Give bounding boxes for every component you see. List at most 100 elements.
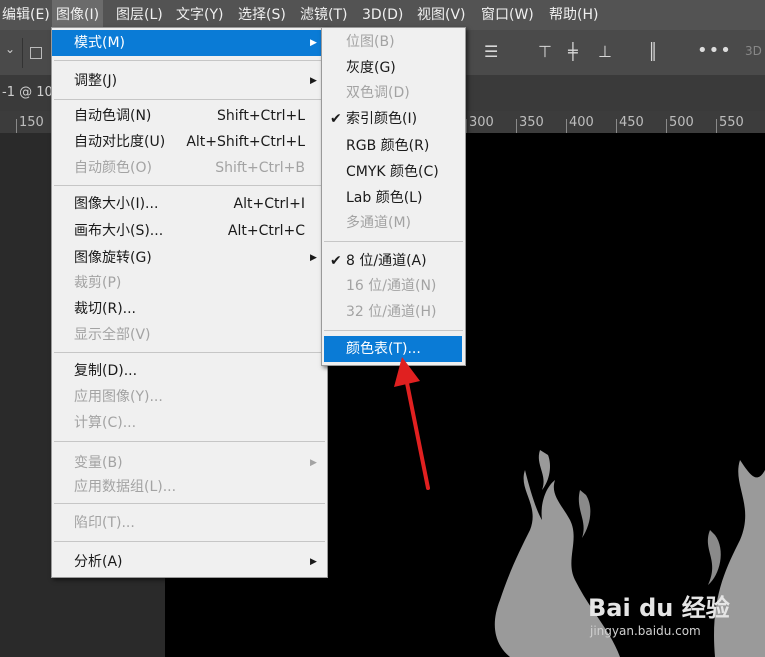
menu-item-label: 复制(D)... <box>74 363 138 379</box>
ruler-tick <box>566 119 567 133</box>
menu-3d[interactable]: 3D(D) <box>358 0 407 30</box>
chevron-down-icon[interactable]: ⌄ <box>5 42 15 56</box>
ruler-tick <box>466 119 467 133</box>
more-options-icon[interactable]: ••• <box>697 40 732 61</box>
ruler-label: 450 <box>619 115 644 130</box>
menu-item-label: 计算(C)... <box>74 415 137 431</box>
submenu-arrow-icon: ▶ <box>310 253 317 263</box>
document-tab[interactable]: -1 @ 10 <box>0 75 53 111</box>
menu-item-label: 显示全部(V) <box>74 327 151 343</box>
menu-item-canvas-size[interactable]: 画布大小(S)... Alt+Ctrl+C <box>52 218 327 244</box>
menu-item-label: 16 位/通道(N) <box>346 278 437 294</box>
menu-item-trim[interactable]: 裁切(R)... <box>52 296 327 322</box>
menu-item-label: 应用数据组(L)... <box>74 479 177 495</box>
menu-item-label: CMYK 颜色(C) <box>346 164 439 180</box>
ruler-tick <box>716 119 717 133</box>
menu-item-crop[interactable]: 裁剪(P) <box>52 270 327 296</box>
menu-item-auto-contrast[interactable]: 自动对比度(U) Alt+Shift+Ctrl+L <box>52 129 327 155</box>
checkbox[interactable] <box>30 47 42 59</box>
menu-layer[interactable]: 图层(L) <box>112 0 167 30</box>
menu-item-label: 画布大小(S)... <box>74 223 164 239</box>
ruler-label: 550 <box>719 115 744 130</box>
align-bottom-icon[interactable]: ⊥ <box>598 42 612 61</box>
menu-item-auto-color[interactable]: 自动颜色(O) Shift+Ctrl+B <box>52 155 327 181</box>
mode-item-rgb-color[interactable]: RGB 颜色(R) <box>322 133 465 159</box>
menu-item-label: 模式(M) <box>74 35 126 51</box>
menu-item-adjustments[interactable]: 调整(J) ▶ <box>52 68 327 94</box>
menu-item-shortcut: Alt+Ctrl+I <box>233 196 305 212</box>
ruler-tick <box>516 119 517 133</box>
ruler-tick <box>666 119 667 133</box>
mode-item-duotone[interactable]: 双色调(D) <box>322 80 465 106</box>
menu-separator <box>324 241 463 242</box>
menu-item-apply-image[interactable]: 应用图像(Y)... <box>52 384 327 410</box>
menu-filter[interactable]: 滤镜(T) <box>296 0 351 30</box>
mode-item-indexed-color[interactable]: ✔ 索引颜色(I) <box>322 106 465 132</box>
menu-select[interactable]: 选择(S) <box>234 0 290 30</box>
ruler-label: 150 <box>19 115 44 130</box>
menu-item-image-size[interactable]: 图像大小(I)... Alt+Ctrl+I <box>52 191 327 217</box>
menu-item-label: Lab 颜色(L) <box>346 190 423 206</box>
menu-separator <box>54 503 325 504</box>
menu-item-label: RGB 颜色(R) <box>346 138 430 154</box>
annotation-arrow-icon <box>394 357 430 490</box>
menu-item-label: 裁切(R)... <box>74 301 137 317</box>
menu-item-label: 调整(J) <box>74 73 118 89</box>
mode-item-bitmap[interactable]: 位图(B) <box>322 29 465 55</box>
submenu-arrow-icon: ▶ <box>310 557 317 567</box>
menu-separator <box>54 99 325 100</box>
mode-item-lab-color[interactable]: Lab 颜色(L) <box>322 185 465 211</box>
align-vertical-centers-icon[interactable]: ╪ <box>568 42 578 61</box>
align-top-edges-icon[interactable]: ☰ <box>484 42 498 61</box>
menu-item-shortcut: Alt+Ctrl+C <box>227 223 305 239</box>
check-icon: ✔ <box>330 111 342 127</box>
menu-separator <box>54 352 325 353</box>
menu-item-label: 应用图像(Y)... <box>74 389 163 405</box>
menu-item-label: 灰度(G) <box>346 60 396 76</box>
image-menu: 模式(M) ▶ 调整(J) ▶ 自动色调(N) Shift+Ctrl+L 自动对… <box>51 27 328 578</box>
submenu-arrow-icon: ▶ <box>310 458 317 468</box>
menu-type[interactable]: 文字(Y) <box>172 0 227 30</box>
mode-item-32-bit[interactable]: 32 位/通道(H) <box>322 299 465 325</box>
check-icon: ✔ <box>330 253 342 269</box>
menu-item-label: 位图(B) <box>346 34 395 50</box>
mode-item-16-bit[interactable]: 16 位/通道(N) <box>322 273 465 299</box>
ruler-label: 500 <box>669 115 694 130</box>
menu-item-variables[interactable]: 变量(B) ▶ <box>52 450 327 476</box>
menu-separator <box>54 541 325 542</box>
menu-help[interactable]: 帮助(H) <box>545 0 602 30</box>
menu-separator <box>54 60 325 61</box>
mode-item-multichannel[interactable]: 多通道(M) <box>322 210 465 236</box>
mode-item-grayscale[interactable]: 灰度(G) <box>322 55 465 81</box>
menu-item-duplicate[interactable]: 复制(D)... <box>52 358 327 384</box>
menu-item-auto-tone[interactable]: 自动色调(N) Shift+Ctrl+L <box>52 103 327 129</box>
menu-edit[interactable]: 编辑(E) <box>0 0 54 30</box>
menu-view[interactable]: 视图(V) <box>413 0 470 30</box>
menu-item-mode[interactable]: 模式(M) ▶ <box>52 30 327 56</box>
menu-image[interactable]: 图像(I) <box>52 0 104 30</box>
menu-item-trap[interactable]: 陷印(T)... <box>52 510 327 536</box>
menu-window[interactable]: 窗口(W) <box>477 0 538 30</box>
menu-item-label: 自动对比度(U) <box>74 134 166 150</box>
menu-item-label: 32 位/通道(H) <box>346 304 437 320</box>
ruler-tick <box>16 119 17 133</box>
menu-bar: 编辑(E) 图像(I) 图层(L) 文字(Y) 选择(S) 滤镜(T) 3D(D… <box>0 0 765 30</box>
mode-submenu: 位图(B) 灰度(G) 双色调(D) ✔ 索引颜色(I) RGB 颜色(R) C… <box>321 27 466 366</box>
menu-item-label: 自动颜色(O) <box>74 160 152 176</box>
menu-item-calculations[interactable]: 计算(C)... <box>52 410 327 436</box>
menu-item-shortcut: Alt+Shift+Ctrl+L <box>186 134 305 150</box>
align-top-icon[interactable]: ⊤ <box>538 42 552 61</box>
ruler-label: 300 <box>469 115 494 130</box>
menu-item-image-rotation[interactable]: 图像旋转(G) ▶ <box>52 245 327 271</box>
mode-item-cmyk-color[interactable]: CMYK 颜色(C) <box>322 159 465 185</box>
distribute-icon[interactable]: ║ <box>648 42 658 61</box>
ruler-label: 400 <box>569 115 594 130</box>
watermark-logo: Bai du 经验 <box>588 594 730 622</box>
menu-item-reveal-all[interactable]: 显示全部(V) <box>52 322 327 348</box>
menu-item-shortcut: Shift+Ctrl+B <box>215 160 305 176</box>
menu-item-apply-data-set[interactable]: 应用数据组(L)... <box>52 474 327 500</box>
menu-item-analysis[interactable]: 分析(A) ▶ <box>52 549 327 575</box>
menu-item-label: 陷印(T)... <box>74 515 135 531</box>
3d-mode-label[interactable]: 3D <box>745 44 762 58</box>
mode-item-8-bit[interactable]: ✔ 8 位/通道(A) <box>322 248 465 274</box>
